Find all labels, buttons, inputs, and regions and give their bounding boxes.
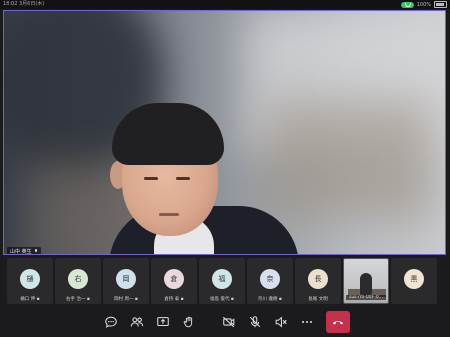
more-options-button[interactable] — [296, 311, 318, 333]
battery-icon — [434, 1, 447, 8]
status-time: 18:02 3月6日(木) — [3, 1, 45, 7]
status-indicators: 100% — [400, 1, 447, 8]
participant-name: 倉持 泰 ▪ — [164, 297, 184, 302]
participant-tile[interactable]: 長 長尾 文明 — [295, 258, 341, 304]
avatar: 樋 — [20, 269, 40, 289]
status-bar: 18:02 3月6日(木) 100% — [0, 0, 450, 9]
mic-off-icon — [249, 315, 261, 327]
speaker-name-tag: 山中 英生 — [7, 247, 41, 255]
participants-button[interactable] — [126, 311, 148, 333]
share-button[interactable] — [152, 311, 174, 333]
more-icon — [302, 320, 312, 323]
hang-up-icon — [332, 320, 344, 325]
camera-toggle-button[interactable] — [218, 311, 240, 333]
participant-tile[interactable]: 岡 岡村 周一 ▪ — [103, 258, 149, 304]
speaker-eye — [176, 177, 190, 180]
participant-tile[interactable]: 奈 奈川 雅樹 ▪ — [247, 258, 293, 304]
participant-tile[interactable]: 黒 — [391, 258, 437, 304]
participant-tile[interactable]: 樋 樋口 伸 ▪ — [7, 258, 53, 304]
participant-name: 右手 治一 ▪ — [66, 297, 90, 302]
speaker-mouth — [159, 213, 179, 216]
speaker-toggle-button[interactable] — [270, 311, 292, 333]
participant-name: 奈川 雅樹 ▪ — [258, 297, 282, 302]
avatar: 長 — [308, 269, 328, 289]
participant-name: sus-rm-00F-0... — [346, 295, 386, 300]
avatar: 福 — [212, 269, 232, 289]
participant-tile[interactable]: 福 福島 俊代 ▪ — [199, 258, 245, 304]
participant-gallery: 樋 樋口 伸 ▪ 右 右手 治一 ▪ 岡 岡村 周一 ▪ 倉 倉持 泰 ▪ 福 … — [7, 258, 443, 304]
chat-icon — [105, 316, 117, 328]
speaker-name: 山中 英生 — [10, 248, 32, 255]
participant-name: 長尾 文明 — [308, 297, 328, 302]
camera-off-icon — [222, 316, 235, 327]
participant-name: 福島 俊代 ▪ — [210, 297, 234, 302]
speaker-eye — [144, 177, 158, 180]
participant-name: 岡村 周一 ▪ — [114, 297, 138, 302]
participant-tile[interactable]: 倉 倉持 泰 ▪ — [151, 258, 197, 304]
pin-icon[interactable] — [34, 249, 38, 253]
speaker-video-feed — [4, 11, 445, 254]
mic-toggle-button[interactable] — [244, 311, 266, 333]
speaker-off-icon — [275, 315, 287, 328]
participant-tile[interactable]: 右 右手 治一 ▪ — [55, 258, 101, 304]
raise-hand-button[interactable] — [178, 311, 200, 333]
avatar: 岡 — [116, 269, 136, 289]
share-icon — [157, 316, 169, 326]
avatar: 黒 — [404, 269, 424, 289]
participant-name: 樋口 伸 ▪ — [20, 297, 40, 302]
participant-video-tile[interactable]: sus-rm-00F-0... — [343, 258, 389, 304]
chat-button[interactable] — [100, 311, 122, 333]
battery-percent: 100% — [416, 1, 431, 8]
avatar: 倉 — [164, 269, 184, 289]
speaker-hair — [112, 103, 224, 165]
room-person — [360, 273, 372, 295]
avatar: 右 — [68, 269, 88, 289]
people-icon — [130, 316, 144, 326]
meeting-toolbar — [0, 306, 450, 337]
avatar: 奈 — [260, 269, 280, 289]
hand-icon — [183, 316, 193, 327]
main-video[interactable]: 山中 英生 — [3, 10, 446, 255]
end-call-button[interactable] — [326, 310, 350, 333]
active-call-icon[interactable] — [400, 1, 414, 8]
